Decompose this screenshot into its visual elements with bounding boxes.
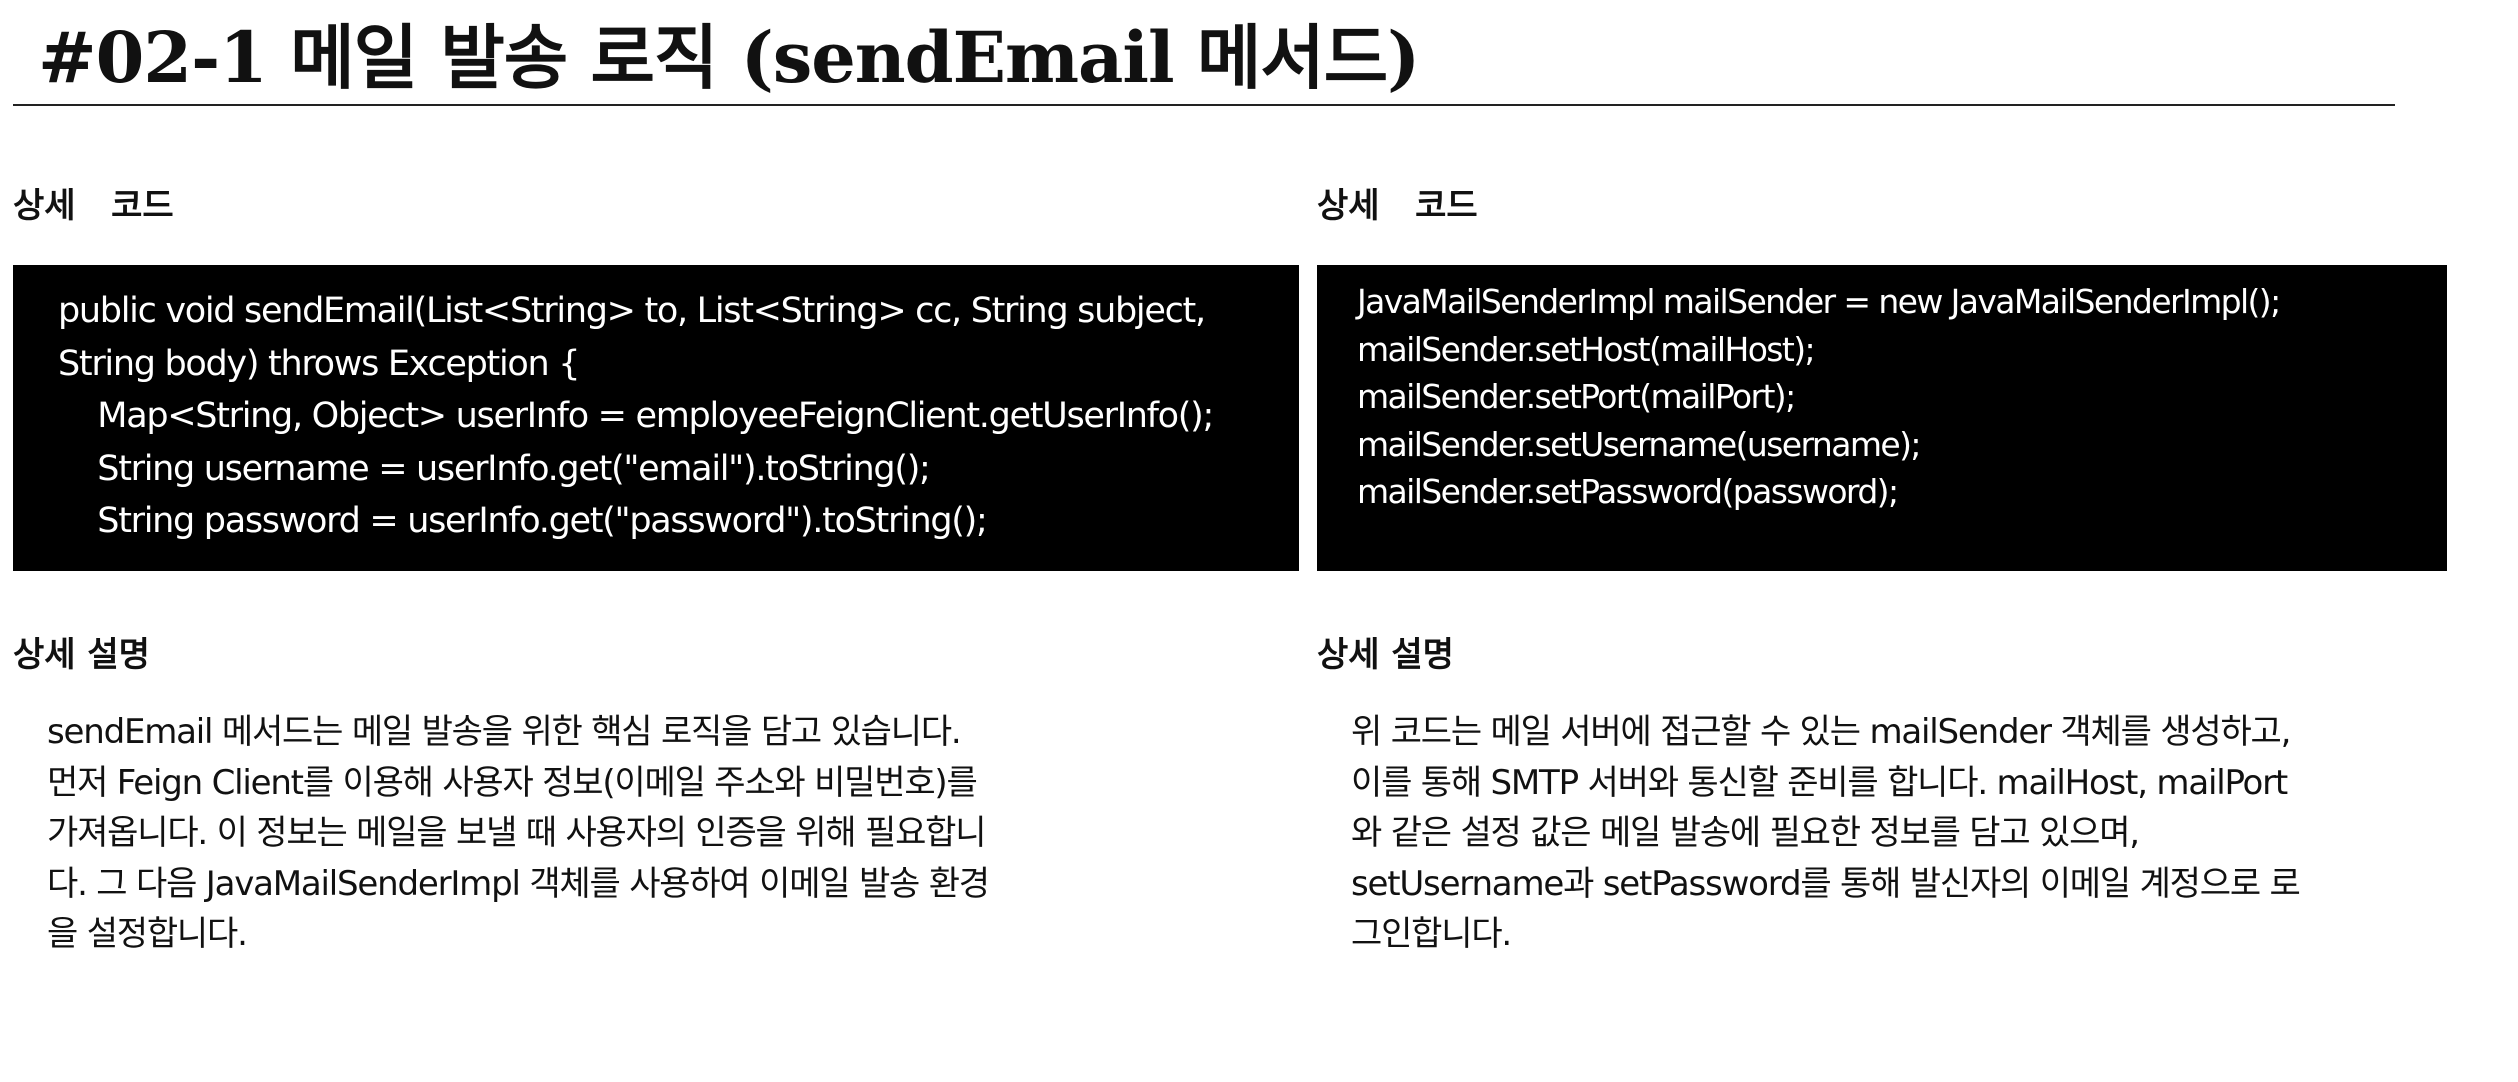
description-line: 먼저 Feign Client를 이용해 사용자 정보(이메일 주소와 비밀번호… [47, 762, 978, 803]
right-description-heading: 상세 설명 [1317, 635, 1454, 675]
description-line: setUsername과 setPassword를 통해 발신자의 이메일 계정… [1351, 863, 2301, 904]
description-line: 위 코드는 메일 서버에 접근할 수 있는 mailSender 객체를 생성하… [1351, 712, 2291, 752]
page-title: #02-1 메일 발송 로직 (sendEmail 메서드) [38, 16, 1420, 99]
description-line: 가져옵니다. 이 정보는 메일을 보낼 때 사용자의 인증을 위해 필요합니 [47, 813, 987, 853]
left-code-heading: 상세 코드 [13, 186, 174, 226]
title-divider [13, 104, 2395, 106]
code-line: JavaMailSenderImpl mailSender = new Java… [1357, 282, 2281, 321]
code-line: String username = userInfo.get("email").… [58, 448, 931, 489]
code-line: public void sendEmail(List<String> to, L… [58, 291, 1206, 331]
code-line: mailSender.setPassword(password); [1357, 472, 1899, 511]
code-line: mailSender.setUsername(username); [1357, 424, 1921, 464]
code-line: Map<String, Object> userInfo = employeeF… [58, 396, 1214, 436]
right-code-block: JavaMailSenderImpl mailSender = new Java… [1317, 265, 2447, 571]
description-line: 을 설정합니다. [47, 914, 248, 954]
description-line: 그인합니다. [1351, 914, 1512, 954]
right-code-heading: 상세 코드 [1317, 186, 1478, 226]
code-line: mailSender.setHost(mailHost); [1357, 329, 1816, 369]
left-description-heading: 상세 설명 [13, 635, 150, 675]
code-line: String body) throws Exception { [58, 343, 580, 384]
description-line: 와 같은 설정 값은 메일 발송에 필요한 정보를 담고 있으며, [1351, 813, 2140, 853]
description-line: sendEmail 메서드는 메일 발송을 위한 핵심 로직을 담고 있습니다. [47, 712, 962, 752]
code-line: mailSender.setPort(mailPort); [1357, 377, 1796, 416]
right-description: 위 코드는 메일 서버에 접근할 수 있는 mailSender 객체를 생성하… [1351, 707, 2301, 960]
code-line: String password = userInfo.get("password… [58, 501, 987, 541]
left-description: sendEmail 메서드는 메일 발송을 위한 핵심 로직을 담고 있습니다.… [47, 707, 990, 960]
left-code-block: public void sendEmail(List<String> to, L… [13, 265, 1299, 571]
description-line: 다. 그 다음 JavaMailSenderImpl 객체를 사용하여 이메일 … [47, 863, 990, 904]
description-line: 이를 통해 SMTP 서버와 통신할 준비를 합니다. mailHost, ma… [1351, 762, 2288, 803]
